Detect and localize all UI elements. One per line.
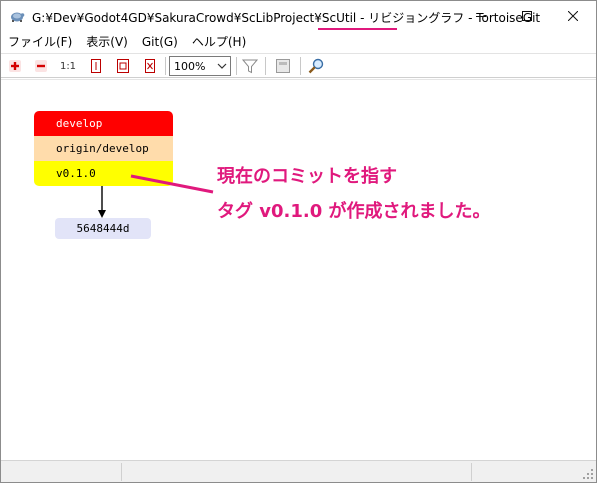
ref-node[interactable]: develop origin/develop v0.1.0 bbox=[34, 111, 173, 186]
tortoisegit-app-icon bbox=[11, 12, 25, 22]
menu-git[interactable]: Git(G) bbox=[135, 32, 185, 52]
zoom-level-select[interactable]: 100% bbox=[169, 56, 231, 76]
status-bar bbox=[1, 460, 596, 482]
maximize-icon bbox=[522, 11, 532, 21]
remote-branch-ref-label[interactable]: origin/develop bbox=[34, 136, 173, 161]
zoom-in-button[interactable] bbox=[6, 57, 24, 75]
overview-button[interactable] bbox=[274, 57, 292, 75]
annotation-line-1: 現在のコミットを指す bbox=[217, 166, 397, 187]
menu-file[interactable]: ファイル(F) bbox=[1, 32, 79, 52]
commit-node[interactable]: 5648444d bbox=[55, 218, 151, 239]
close-button[interactable] bbox=[550, 1, 596, 31]
close-icon bbox=[568, 11, 578, 21]
fit-width-icon bbox=[145, 59, 155, 73]
title-path: G:¥Dev¥Godot4GD¥SakuraCrowd¥ScLibProject… bbox=[32, 11, 369, 25]
graph-edge-arrow bbox=[98, 186, 106, 218]
toolbar-separator bbox=[265, 57, 266, 75]
maximize-button[interactable] bbox=[504, 1, 550, 31]
zoom-out-icon bbox=[35, 60, 47, 72]
title-revision-graph: リビジョングラフ bbox=[368, 11, 465, 25]
menu-bar: ファイル(F) 表示(V) Git(G) ヘルプ(H) bbox=[1, 32, 596, 52]
branch-ref-label[interactable]: develop bbox=[34, 111, 173, 136]
zoom-1to1-button[interactable]: 1:1 bbox=[58, 57, 78, 75]
revision-graph-window: G:¥Dev¥Godot4GD¥SakuraCrowd¥ScLibProject… bbox=[0, 0, 597, 483]
fit-height-icon bbox=[91, 59, 101, 73]
overview-icon bbox=[276, 59, 290, 73]
zoom-level-value: 100% bbox=[174, 60, 206, 73]
toolbar-separator bbox=[236, 57, 237, 75]
zoom-in-icon bbox=[9, 60, 21, 72]
search-button[interactable] bbox=[307, 57, 325, 75]
revision-graph-canvas[interactable]: develop origin/develop v0.1.0 5648444d 現… bbox=[1, 79, 596, 459]
status-bar-divider bbox=[121, 463, 122, 481]
fit-page-icon bbox=[117, 59, 129, 73]
status-bar-divider bbox=[471, 463, 472, 481]
toolbar-separator bbox=[165, 57, 166, 75]
fit-width-button[interactable] bbox=[141, 57, 159, 75]
filter-icon bbox=[242, 59, 258, 74]
toolbar: 1:1 100% bbox=[1, 53, 596, 78]
chevron-down-icon bbox=[214, 57, 230, 75]
title-bar[interactable]: G:¥Dev¥Godot4GD¥SakuraCrowd¥ScLibProject… bbox=[1, 1, 596, 31]
title-highlight-underline bbox=[318, 28, 397, 30]
search-icon bbox=[308, 58, 324, 74]
filter-button[interactable] bbox=[241, 57, 259, 75]
toolbar-separator bbox=[300, 57, 301, 75]
tag-ref-label[interactable]: v0.1.0 bbox=[34, 161, 173, 186]
zoom-1to1-icon: 1:1 bbox=[59, 60, 77, 72]
minimize-icon bbox=[476, 16, 486, 17]
menu-view[interactable]: 表示(V) bbox=[79, 32, 135, 52]
zoom-out-button[interactable] bbox=[32, 57, 50, 75]
minimize-button[interactable] bbox=[458, 1, 504, 31]
fit-height-button[interactable] bbox=[87, 57, 105, 75]
fit-page-button[interactable] bbox=[114, 57, 132, 75]
annotation-line-2: タグ v0.1.0 が作成されました。 bbox=[217, 201, 491, 222]
menu-help[interactable]: ヘルプ(H) bbox=[185, 32, 253, 52]
resize-grip-icon[interactable] bbox=[582, 468, 594, 480]
